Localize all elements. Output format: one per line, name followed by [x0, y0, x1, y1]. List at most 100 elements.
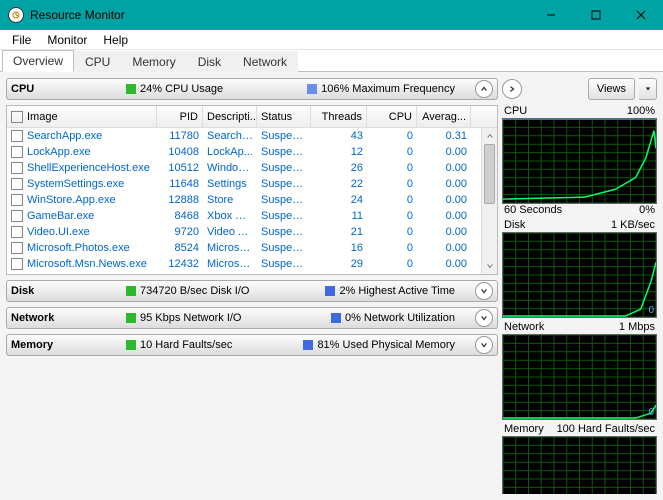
cell-description: Search ... — [203, 130, 257, 142]
cell-cpu: 0 — [367, 162, 417, 174]
views-dropdown[interactable] — [639, 78, 657, 100]
chart-title: Memory — [504, 423, 544, 435]
row-checkbox[interactable] — [11, 162, 23, 174]
cell-image: Microsoft.Msn.News.exe — [7, 258, 157, 270]
maximize-button[interactable] — [573, 0, 618, 30]
cell-average: 0.00 — [417, 146, 471, 158]
table-row[interactable]: SystemSettings.exe11648SettingsSuspen...… — [7, 176, 497, 192]
swatch-disk-io — [126, 286, 136, 296]
cell-average: 0.00 — [417, 210, 471, 222]
menu-help[interactable]: Help — [95, 31, 136, 49]
cell-average: 0.00 — [417, 258, 471, 270]
chart-block: CPU100%60 Seconds0% — [502, 104, 657, 216]
metric-cpu-freq: 106% Maximum Frequency — [321, 83, 455, 95]
th-description[interactable]: Descripti... — [203, 106, 257, 127]
section-header-cpu[interactable]: CPU 24% CPU Usage 106% Maximum Frequency — [6, 78, 498, 100]
table-row[interactable]: Microsoft.Msn.News.exe12432Microso...Sus… — [7, 256, 497, 272]
table-row[interactable]: LockApp.exe10408LockAp...Suspen...1200.0… — [7, 144, 497, 160]
tab-memory[interactable]: Memory — [121, 51, 186, 72]
row-checkbox[interactable] — [11, 146, 23, 158]
left-pane: CPU 24% CPU Usage 106% Maximum Frequency… — [0, 72, 498, 500]
cell-pid: 12888 — [157, 194, 203, 206]
cell-cpu: 0 — [367, 242, 417, 254]
th-threads[interactable]: Threads — [311, 106, 367, 127]
cell-status: Suspen... — [257, 178, 311, 190]
th-average[interactable]: Averag... — [417, 106, 471, 127]
cell-image: Video.UI.exe — [7, 226, 157, 238]
tab-disk[interactable]: Disk — [187, 51, 232, 72]
cell-description: Window... — [203, 162, 257, 174]
cell-pid: 12432 — [157, 258, 203, 270]
views-bar: Views — [502, 78, 657, 100]
chevron-down-icon — [480, 314, 488, 322]
chevron-down-icon — [644, 85, 652, 93]
menu-bar: File Monitor Help — [0, 30, 663, 50]
table-row[interactable]: Video.UI.exe9720Video A...Suspen...2100.… — [7, 224, 497, 240]
row-checkbox[interactable] — [11, 258, 23, 270]
section-header-disk[interactable]: Disk 734720 B/sec Disk I/O 2% Highest Ac… — [6, 280, 498, 302]
minimize-button[interactable] — [528, 0, 573, 30]
scroll-down-icon[interactable] — [482, 258, 497, 274]
chart-foot-left: 60 Seconds — [504, 204, 562, 216]
cell-cpu: 0 — [367, 178, 417, 190]
cell-average: 0.31 — [417, 130, 471, 142]
metric-mem-faults: 10 Hard Faults/sec — [140, 339, 232, 351]
cell-image: SearchApp.exe — [7, 130, 157, 142]
collapse-button-network[interactable] — [475, 309, 493, 327]
close-button[interactable] — [618, 0, 663, 30]
table-header: Image PID Descripti... Status Threads CP… — [7, 106, 497, 128]
scroll-up-icon[interactable] — [482, 128, 497, 144]
table-body: SearchApp.exe11780Search ...Suspen...430… — [7, 128, 497, 274]
views-button[interactable]: Views — [588, 78, 635, 100]
nav-right-button[interactable] — [502, 79, 522, 99]
tab-overview[interactable]: Overview — [2, 50, 74, 72]
row-checkbox[interactable] — [11, 194, 23, 206]
th-image[interactable]: Image — [7, 106, 157, 127]
cell-description: Store — [203, 194, 257, 206]
chart-block: Disk1 KB/sec0 — [502, 218, 657, 318]
cell-pid: 10512 — [157, 162, 203, 174]
row-checkbox[interactable] — [11, 130, 23, 142]
scrollbar[interactable] — [481, 128, 497, 274]
select-all-checkbox[interactable] — [11, 111, 23, 123]
section-header-network[interactable]: Network 95 Kbps Network I/O 0% Network U… — [6, 307, 498, 329]
collapse-button-memory[interactable] — [475, 336, 493, 354]
row-checkbox[interactable] — [11, 178, 23, 190]
swatch-net-util — [331, 313, 341, 323]
swatch-mem-faults — [126, 340, 136, 350]
cell-average: 0.00 — [417, 162, 471, 174]
process-table: Image PID Descripti... Status Threads CP… — [6, 105, 498, 275]
table-row[interactable]: GameBar.exe8468Xbox Ga...Suspen...1100.0… — [7, 208, 497, 224]
chart-max: 100 Hard Faults/sec — [557, 423, 655, 435]
menu-monitor[interactable]: Monitor — [39, 31, 95, 49]
collapse-button-cpu[interactable] — [475, 80, 493, 98]
metric-cpu-usage: 24% CPU Usage — [140, 83, 223, 95]
table-row[interactable]: ShellExperienceHost.exe10512Window...Sus… — [7, 160, 497, 176]
section-header-memory[interactable]: Memory 10 Hard Faults/sec 81% Used Physi… — [6, 334, 498, 356]
collapse-button-disk[interactable] — [475, 282, 493, 300]
row-checkbox[interactable] — [11, 226, 23, 238]
cell-average: 0.00 — [417, 194, 471, 206]
th-status[interactable]: Status — [257, 106, 311, 127]
swatch-cpu-freq — [307, 84, 317, 94]
chart-canvas: 0 — [502, 334, 657, 420]
chart-canvas: 0 — [502, 232, 657, 318]
chart-max: 100% — [627, 105, 655, 117]
row-checkbox[interactable] — [11, 242, 23, 254]
table-row[interactable]: SearchApp.exe11780Search ...Suspen...430… — [7, 128, 497, 144]
table-row[interactable]: Microsoft.Photos.exe8524Microso...Suspen… — [7, 240, 497, 256]
scroll-thumb[interactable] — [484, 144, 495, 204]
th-cpu[interactable]: CPU — [367, 106, 417, 127]
cell-cpu: 0 — [367, 146, 417, 158]
row-checkbox[interactable] — [11, 210, 23, 222]
menu-file[interactable]: File — [4, 31, 39, 49]
tab-network[interactable]: Network — [232, 51, 298, 72]
chart-max: 1 KB/sec — [611, 219, 655, 231]
th-pid[interactable]: PID — [157, 106, 203, 127]
chevron-down-icon — [480, 341, 488, 349]
table-row[interactable]: WinStore.App.exe12888StoreSuspen...2400.… — [7, 192, 497, 208]
cell-threads: 43 — [311, 130, 367, 142]
cell-pid: 8524 — [157, 242, 203, 254]
tab-cpu[interactable]: CPU — [74, 51, 121, 72]
section-title-memory: Memory — [11, 339, 126, 351]
